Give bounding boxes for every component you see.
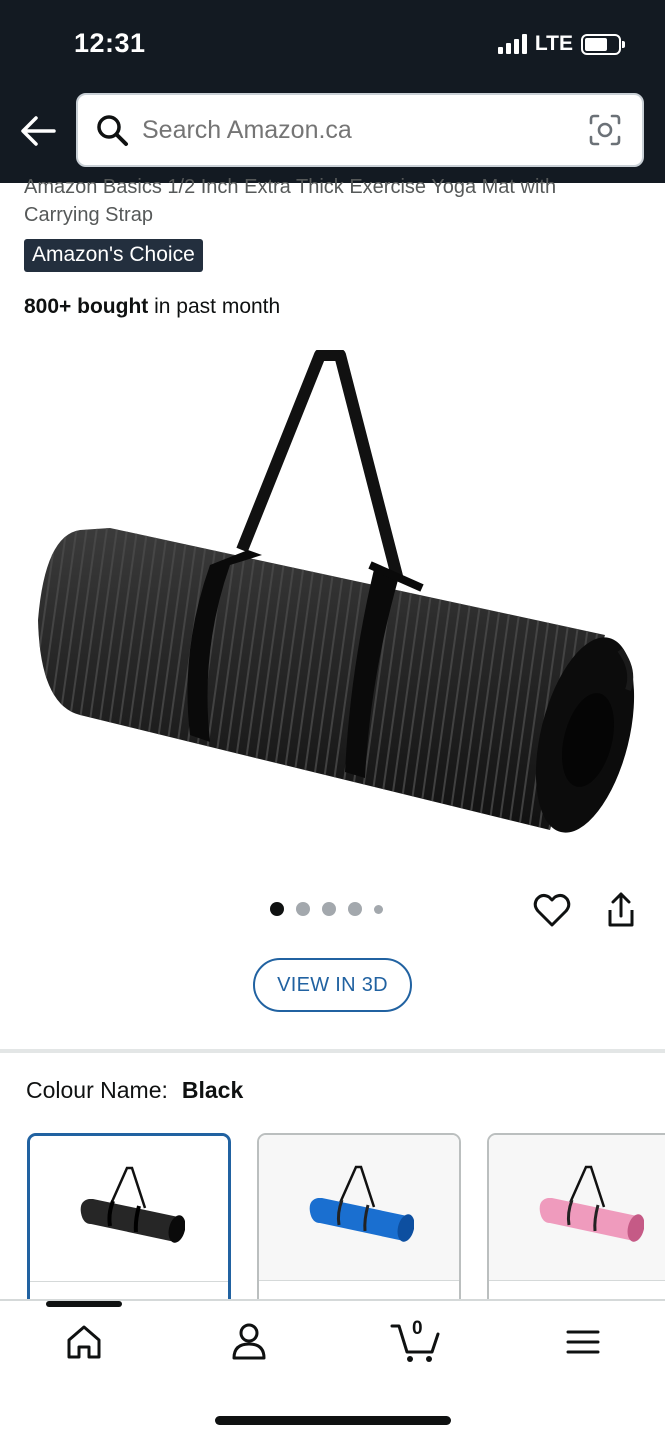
search-icon — [97, 115, 128, 146]
bought-number: 800+ bought — [24, 295, 149, 318]
home-icon[interactable] — [59, 1320, 109, 1364]
app-header: 12:31 LTE — [0, 0, 665, 183]
battery-icon — [581, 33, 625, 55]
colour-selected-value: Black — [181, 1077, 244, 1103]
heart-icon[interactable] — [532, 890, 572, 930]
product-title-line2[interactable]: Carrying Strap — [24, 204, 153, 227]
section-divider — [0, 1049, 665, 1053]
share-icon[interactable] — [603, 890, 639, 930]
signal-icon — [497, 34, 527, 54]
network-type: LTE — [534, 32, 573, 55]
cart-count: 0 — [412, 1318, 423, 1339]
amazons-choice-badge: Amazon's Choice — [24, 239, 203, 272]
colour-label-text: Colour Name: — [26, 1077, 168, 1103]
status-time: 12:31 — [74, 28, 146, 58]
pink-mat-thumbnail — [539, 1165, 644, 1242]
product-image[interactable] — [30, 350, 635, 845]
carousel-dot[interactable] — [348, 902, 362, 916]
carousel-dot[interactable] — [374, 904, 383, 914]
product-title-line1[interactable]: Amazon Basics 1/2 Inch Extra Thick Exerc… — [24, 176, 556, 199]
status-indicators: LTE — [497, 32, 625, 56]
blue-mat-thumbnail — [309, 1165, 414, 1242]
carousel-dot[interactable] — [322, 902, 336, 916]
image-carousel-dots[interactable] — [270, 902, 383, 916]
bought-suffix: in past month — [148, 295, 281, 318]
bought-count: 800+ bought in past month — [24, 295, 280, 319]
black-mat-thumbnail — [80, 1166, 185, 1243]
home-indicator[interactable] — [215, 1416, 451, 1425]
camera-search-icon[interactable] — [588, 113, 622, 147]
menu-icon[interactable] — [558, 1320, 608, 1364]
account-icon[interactable] — [224, 1320, 274, 1364]
view-in-3d-button[interactable]: VIEW IN 3D — [253, 958, 412, 1012]
carousel-dot[interactable] — [296, 902, 310, 916]
search-input[interactable] — [142, 115, 588, 145]
carousel-dot[interactable] — [270, 902, 284, 916]
colour-swatch-blue[interactable] — [257, 1133, 461, 1313]
search-box[interactable] — [76, 93, 644, 167]
colour-name-label: Colour Name: Black — [26, 1077, 243, 1104]
nav-active-indicator — [46, 1301, 122, 1307]
back-arrow-icon[interactable] — [18, 114, 58, 148]
colour-swatch-pink[interactable] — [487, 1133, 665, 1313]
colour-swatch-black[interactable] — [27, 1133, 231, 1313]
